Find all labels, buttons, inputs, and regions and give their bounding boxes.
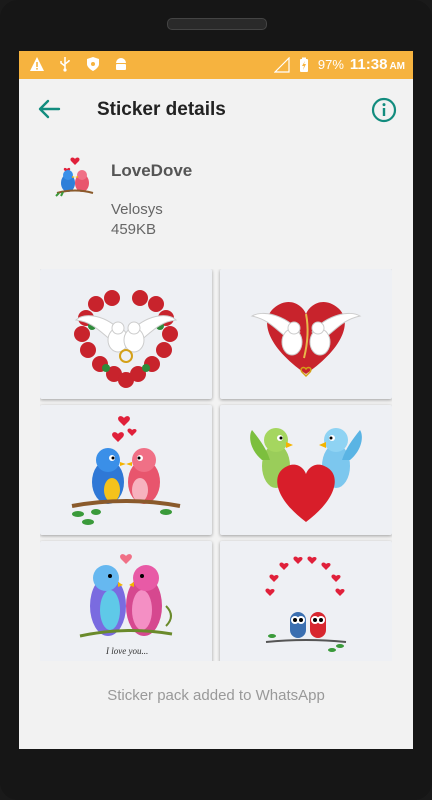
clock-ampm: AM	[389, 61, 405, 72]
app-bar: Sticker details	[19, 79, 413, 139]
battery-percent: 97%	[317, 57, 344, 72]
sticker-tile[interactable]	[220, 405, 392, 535]
clock-time: 11:38	[349, 56, 388, 73]
shield-icon	[87, 57, 99, 71]
phone-frame: 97% 11:38 AM Sticker details LoveDove Ve…	[0, 0, 432, 800]
pack-publisher: Velosys	[111, 201, 163, 218]
sticker-parrots-i-love-you: I love you...	[79, 554, 173, 656]
warning-icon	[30, 57, 44, 71]
pack-tray-icon	[55, 157, 94, 197]
sticker-caption: I love you...	[105, 646, 148, 656]
pack-size: 459KB	[111, 221, 157, 238]
screen: 97% 11:38 AM Sticker details LoveDove Ve…	[19, 51, 413, 749]
status-bar: 97% 11:38 AM	[19, 51, 413, 79]
sticker-tile[interactable]: I love you...	[40, 541, 212, 661]
info-icon[interactable]	[371, 97, 397, 123]
arrow-back-icon[interactable]	[35, 95, 63, 123]
sticker-tile[interactable]	[40, 269, 212, 399]
sticker-tile[interactable]	[220, 541, 392, 661]
footer-status: Sticker pack added to WhatsApp	[107, 687, 325, 704]
phone-speaker	[167, 18, 267, 30]
sticker-owls-under-hearts	[265, 556, 347, 652]
sticker-tile[interactable]	[40, 405, 212, 535]
sticker-doves-roses-heart	[74, 290, 178, 388]
pack-name: LoveDove	[111, 161, 193, 180]
sticker-doves-red-heart	[250, 301, 362, 378]
sticker-tile[interactable]	[220, 269, 392, 399]
pack-info: LoveDove Velosys 459KB	[19, 151, 413, 261]
sticker-lovebirds-on-branch	[71, 416, 181, 525]
signal-icon	[273, 56, 290, 73]
clock: 11:38 AM	[350, 56, 405, 73]
android-icon	[116, 58, 126, 70]
page-title: Sticker details	[97, 99, 226, 120]
sticker-birds-with-heart	[250, 428, 362, 522]
sticker-grid[interactable]: I love you...	[40, 269, 392, 661]
usb-icon	[60, 57, 70, 72]
battery-charging-icon	[299, 57, 308, 72]
